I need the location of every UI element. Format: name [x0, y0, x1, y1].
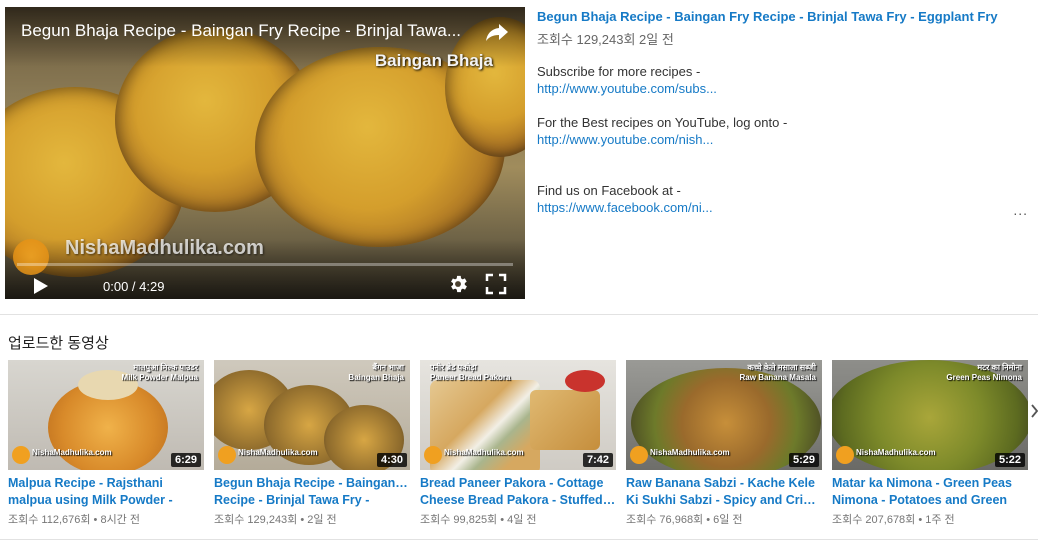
- more-icon[interactable]: ...: [1013, 202, 1028, 218]
- video-title[interactable]: Malpua Recipe - Rajsthani malpua using M…: [8, 475, 204, 509]
- thumbnail-caption: Milk Powder Malpua: [121, 373, 198, 382]
- video-meta: 조회수 129,243회 • 2일 전: [214, 514, 337, 526]
- gear-icon[interactable]: [447, 273, 469, 295]
- watermark-logo-icon: [13, 239, 49, 275]
- video-title[interactable]: Bread Paneer Pakora - Cottage Cheese Bre…: [420, 475, 616, 509]
- video-meta: 조회수 207,678회 • 1주 전: [832, 514, 955, 526]
- thumbnail-caption: Green Peas Nimona: [946, 373, 1022, 382]
- video-thumbnail[interactable]: बैंगन भाजा Baingan Bhaja NishaMadhulika.…: [214, 360, 410, 470]
- video-description: Begun Bhaja Recipe - Baingan Fry Recipe …: [537, 8, 1027, 216]
- video-card[interactable]: पनीर ब्रेड पकोड़ा Paneer Bread Pakora Ni…: [420, 360, 616, 527]
- thumbnail-watermark: NishaMadhulika.com: [856, 448, 936, 457]
- thumbnail-watermark: NishaMadhulika.com: [444, 448, 524, 457]
- thumbnail-caption: बैंगन भाजा: [372, 363, 404, 372]
- video-player[interactable]: Begun Bhaja Recipe - Baingan Fry Recipe …: [5, 7, 525, 299]
- thumbnail-watermark: NishaMadhulika.com: [32, 448, 112, 457]
- video-duration: 7:42: [582, 453, 613, 467]
- video-thumbnail[interactable]: मटर का निमोना Green Peas Nimona NishaMad…: [832, 360, 1028, 470]
- video-title-line: Matar ka Nimona - Green Peas: [832, 476, 1012, 490]
- video-duration: 4:30: [376, 453, 407, 467]
- shelf-title[interactable]: 업로드한 동영상: [8, 332, 109, 353]
- chevron-right-icon[interactable]: [1031, 404, 1038, 418]
- video-title-line: Begun Bhaja Recipe - Baingan Fry: [214, 476, 410, 490]
- video-thumbnail[interactable]: मालपुआ मिल्क पाउडर Milk Powder Malpua Ni…: [8, 360, 204, 470]
- video-duration: 5:22: [994, 453, 1025, 467]
- thumbnail-caption: पनीर ब्रेड पकोड़ा: [430, 363, 477, 372]
- play-icon[interactable]: [29, 275, 51, 297]
- video-title-line: Malpua Recipe - Rajsthani: [8, 476, 163, 490]
- watermark-logo-icon: [630, 446, 648, 464]
- description-link[interactable]: http://www.youtube.com/subs...: [537, 80, 1027, 97]
- video-thumbnail[interactable]: पनीर ब्रेड पकोड़ा Paneer Bread Pakora Ni…: [420, 360, 616, 470]
- watermark-logo-icon: [836, 446, 854, 464]
- video-watermark: NishaMadhulika.com: [65, 237, 264, 259]
- video-overlay-label: Baingan Bhaja: [374, 51, 493, 70]
- video-duration: 5:29: [788, 453, 819, 467]
- video-title-line: Recipe - Brinjal Tawa Fry -: [214, 493, 370, 507]
- thumbnail-caption: कच्चे केले मसाला सब्जी: [747, 363, 816, 372]
- thumbnail-caption: Baingan Bhaja: [348, 373, 404, 382]
- description-line: Subscribe for more recipes -: [537, 64, 701, 79]
- video-title-line: malpua using Milk Powder -: [8, 493, 173, 507]
- thumbnail-watermark: NishaMadhulika.com: [238, 448, 318, 457]
- video-title-line: Cheese Bread Pakora - Stuffed ...: [420, 493, 616, 507]
- bottom-divider: [0, 539, 1038, 540]
- thumbnail-caption: मटर का निमोना: [977, 363, 1022, 372]
- description-link[interactable]: http://www.youtube.com/nish...: [537, 131, 1027, 148]
- video-meta: 조회수 76,968회 • 6일 전: [626, 514, 743, 526]
- thumbnail-caption: Paneer Bread Pakora: [430, 373, 511, 382]
- time-display: 0:00 / 4:29: [103, 279, 165, 294]
- video-meta: 조회수 99,825회 • 4일 전: [420, 514, 537, 526]
- video-title[interactable]: Raw Banana Sabzi - Kache Kele Ki Sukhi S…: [626, 475, 822, 509]
- video-title-line: Raw Banana Sabzi - Kache Kele: [626, 476, 815, 490]
- video-title-line: Bread Paneer Pakora - Cottage: [420, 476, 604, 490]
- watermark-logo-icon: [12, 446, 30, 464]
- description-link[interactable]: https://www.facebook.com/ni...: [537, 199, 1027, 216]
- video-meta: 조회수 129,243회 2일 전: [537, 32, 674, 47]
- video-title-line: Ki Sukhi Sabzi - Spicy and Crisp...: [626, 493, 822, 507]
- player-title[interactable]: Begun Bhaja Recipe - Baingan Fry Recipe …: [21, 21, 481, 41]
- video-card[interactable]: मालपुआ मिल्क पाउडर Milk Powder Malpua Ni…: [8, 360, 204, 527]
- video-title-line: Nimona - Potatoes and Green: [832, 493, 1008, 507]
- description-line: Find us on Facebook at -: [537, 183, 681, 198]
- progress-bar[interactable]: [17, 263, 513, 266]
- video-duration: 6:29: [170, 453, 201, 467]
- section-divider: [0, 314, 1038, 315]
- thumbnail-caption: मालपुआ मिल्क पाउडर: [133, 363, 198, 372]
- video-card[interactable]: मटर का निमोना Green Peas Nimona NishaMad…: [832, 360, 1028, 527]
- fullscreen-icon[interactable]: [485, 273, 507, 295]
- share-icon[interactable]: [485, 21, 509, 43]
- thumbnail-caption: Raw Banana Masala: [739, 373, 816, 382]
- video-title-link[interactable]: Begun Bhaja Recipe - Baingan Fry Recipe …: [537, 8, 1027, 26]
- description-line: For the Best recipes on YouTube, log ont…: [537, 115, 788, 130]
- video-title[interactable]: Matar ka Nimona - Green Peas Nimona - Po…: [832, 475, 1028, 509]
- video-title[interactable]: Begun Bhaja Recipe - Baingan Fry Recipe …: [214, 475, 410, 509]
- video-card[interactable]: कच्चे केले मसाला सब्जी Raw Banana Masala…: [626, 360, 822, 527]
- thumbnail-watermark: NishaMadhulika.com: [650, 448, 730, 457]
- watermark-logo-icon: [424, 446, 442, 464]
- video-meta: 조회수 112,676회 • 8시간 전: [8, 514, 140, 526]
- video-thumbnail[interactable]: कच्चे केले मसाला सब्जी Raw Banana Masala…: [626, 360, 822, 470]
- watermark-logo-icon: [218, 446, 236, 464]
- video-card[interactable]: बैंगन भाजा Baingan Bhaja NishaMadhulika.…: [214, 360, 410, 527]
